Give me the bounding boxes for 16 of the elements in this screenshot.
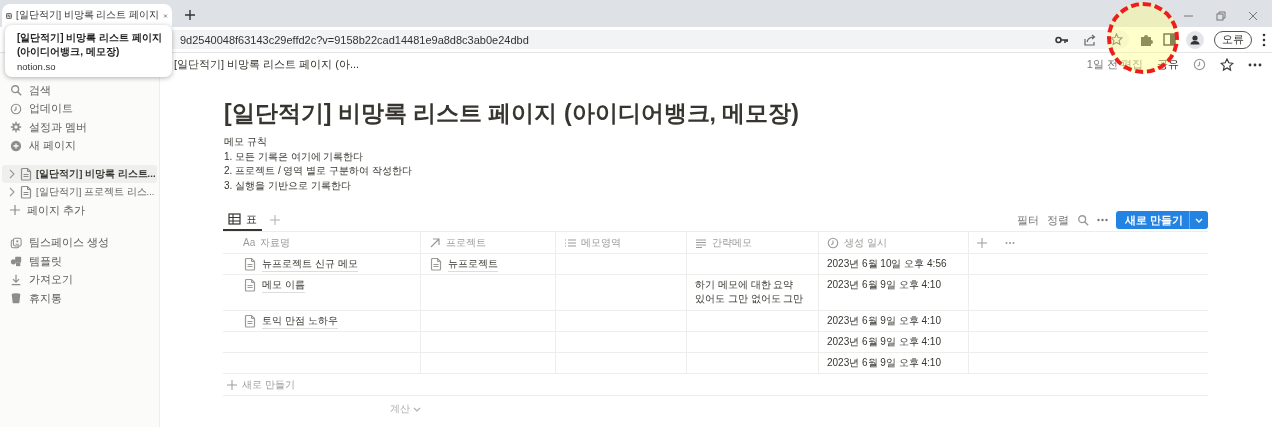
table-cell: 2023년 6월 9일 오후 4:10 [818,353,968,374]
table-cell: 2023년 6월 9일 오후 4:10 [818,332,968,353]
column-type-label: Aa [243,237,256,248]
table-cell: 하기 메모에 대한 요약 있어도 그만 없어도 그만 [686,275,818,311]
page-title: [일단적기] 비망록 리스트 페이지 (아이디어뱅크, 메모장) [224,99,800,128]
page-text: 3. 실행을 기반으로 기록한다 [224,178,352,193]
edited-time: 1일 전 편집 [1086,57,1143,72]
url-text: 9d2540048f63143c29effd2c?v=9158b22cad14481e9a8d8c3ab0e24dbd [180,33,530,46]
table-cell: 2023년 6월 9일 오후 4:10 [818,275,968,311]
tab-title: [일단적기] 비망록 리스트 페이지 [15,9,160,22]
page-text: 메모 규칙 [224,135,268,149]
table-cell: 2023년 6월 9일 오후 4:10 [818,311,968,332]
page-text: 1. 모든 기록은 여기에 기록한다 [224,149,365,164]
page-text: 2. 프로젝트 / 영역 별로 구분하여 작성한다 [224,164,413,178]
table-cell: 2023년 6월 10일 오후 4:56 [818,254,968,275]
tooltip-domain: notion.so [17,61,57,72]
